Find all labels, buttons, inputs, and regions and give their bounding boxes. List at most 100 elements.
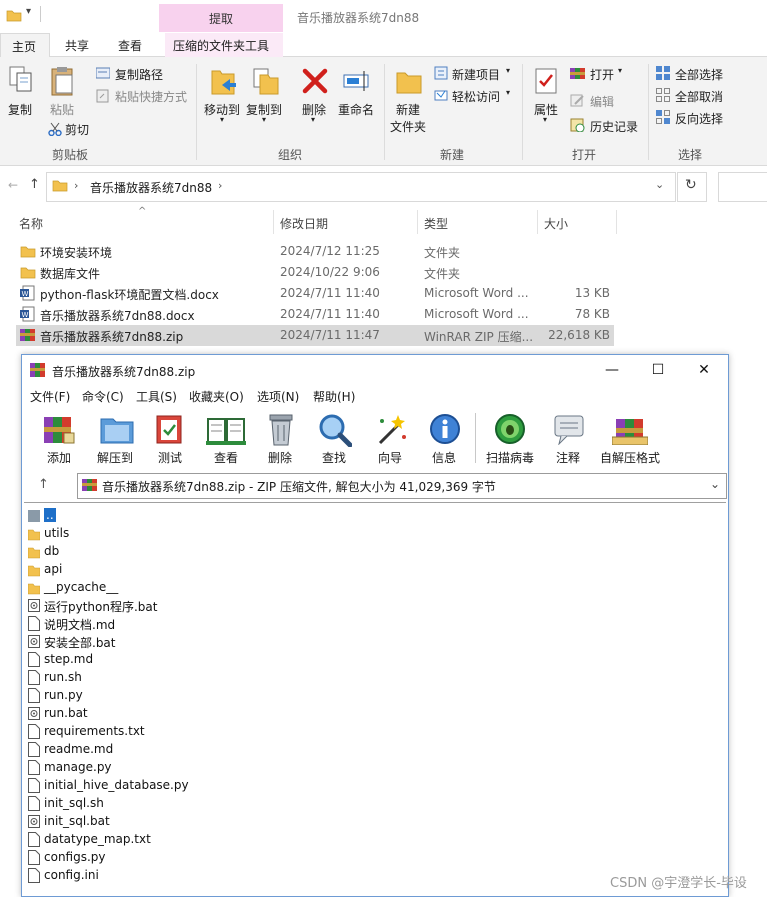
list-item[interactable]: 安装全部.bat bbox=[28, 633, 718, 651]
column-divider[interactable] bbox=[537, 210, 538, 234]
copy-to-button[interactable]: 复制到 ▾ bbox=[244, 63, 284, 124]
list-item[interactable]: readme.md bbox=[28, 741, 718, 759]
menu-file[interactable]: 文件(F) bbox=[30, 388, 70, 405]
column-divider[interactable] bbox=[616, 210, 617, 234]
winrar-path-dropdown-icon[interactable]: ⌄ bbox=[710, 477, 720, 491]
file-icon bbox=[28, 652, 40, 667]
edit-button[interactable]: 编辑 bbox=[570, 92, 630, 110]
list-item-parent[interactable]: .. bbox=[28, 507, 718, 525]
tab-view[interactable]: 查看 bbox=[118, 37, 142, 54]
list-item[interactable]: init_sql.bat bbox=[28, 813, 718, 831]
comment-button[interactable]: 注释 bbox=[550, 411, 588, 467]
invert-selection-button[interactable]: 反向选择 bbox=[656, 109, 730, 127]
delete-button[interactable]: 删除 ▾ bbox=[298, 63, 332, 124]
menu-options[interactable]: 选项(N) bbox=[257, 388, 299, 405]
close-icon[interactable]: ✕ bbox=[684, 359, 724, 381]
tab-home[interactable]: 主页 bbox=[0, 33, 50, 58]
maximize-icon[interactable]: ☐ bbox=[638, 359, 678, 381]
move-to-icon bbox=[211, 70, 236, 95]
winrar-up-arrow-icon[interactable]: ↑ bbox=[38, 477, 49, 492]
open-button[interactable]: 打开 ▾ bbox=[570, 65, 640, 83]
list-item[interactable]: run.sh bbox=[28, 669, 718, 687]
file-row-selected[interactable]: 音乐播放器系统7dn88.zip 2024/7/11 11:47 WinRAR … bbox=[16, 325, 614, 346]
search-box[interactable] bbox=[718, 172, 767, 202]
winrar-delete-button[interactable]: 删除 bbox=[262, 411, 298, 467]
list-item[interactable]: utils bbox=[28, 525, 718, 543]
column-divider[interactable] bbox=[273, 210, 274, 234]
paste-shortcut-button[interactable]: 粘贴快捷方式 bbox=[96, 87, 196, 105]
copy-to-icon bbox=[253, 68, 279, 95]
list-item[interactable]: manage.py bbox=[28, 759, 718, 777]
select-none-button[interactable]: 全部取消 bbox=[656, 87, 730, 105]
refresh-button[interactable]: ↻ bbox=[677, 172, 707, 202]
tab-compressed-folder-tools[interactable]: 压缩的文件夹工具 bbox=[165, 33, 283, 57]
test-label: 测试 bbox=[158, 451, 183, 465]
menu-tools[interactable]: 工具(S) bbox=[136, 388, 177, 405]
menu-commands[interactable]: 命令(C) bbox=[82, 388, 124, 405]
list-item[interactable]: 说明文档.md bbox=[28, 615, 718, 633]
add-button[interactable]: 添加 bbox=[40, 411, 80, 467]
menu-favorites[interactable]: 收藏夹(O) bbox=[189, 388, 244, 405]
back-arrow-icon[interactable]: ← bbox=[8, 178, 18, 192]
minimize-icon[interactable]: — bbox=[592, 359, 632, 381]
copy-path-button[interactable]: 复制路径 bbox=[96, 65, 186, 83]
info-button[interactable]: 信息 bbox=[426, 411, 464, 467]
list-item[interactable]: 运行python程序.bat bbox=[28, 597, 718, 615]
sfx-button[interactable]: 自解压格式 bbox=[598, 411, 664, 467]
list-item[interactable]: run.bat bbox=[28, 705, 718, 723]
new-item-button[interactable]: 新建项目 ▾ bbox=[434, 65, 516, 83]
list-item[interactable]: init_sql.sh bbox=[28, 795, 718, 813]
rename-button[interactable]: 重命名 bbox=[336, 63, 378, 123]
extract-context-tab[interactable]: 提取 bbox=[159, 4, 283, 32]
file-row[interactable]: W python-flask环境配置文档.docx 2024/7/11 11:4… bbox=[16, 283, 614, 304]
move-to-button[interactable]: 移动到 ▾ bbox=[202, 63, 242, 124]
list-item[interactable]: api bbox=[28, 561, 718, 579]
quick-access-dropdown-icon[interactable]: ▾ bbox=[26, 6, 31, 17]
column-date[interactable]: 修改日期 bbox=[280, 215, 328, 232]
list-item[interactable]: datatype_map.txt bbox=[28, 831, 718, 849]
wizard-button[interactable]: 向导 bbox=[372, 411, 410, 467]
svg-text:W: W bbox=[22, 311, 29, 319]
paste-button[interactable]: 粘贴 bbox=[46, 63, 80, 119]
menu-help[interactable]: 帮助(H) bbox=[313, 388, 355, 405]
new-folder-button[interactable]: 新建 文件夹 bbox=[388, 63, 430, 135]
up-arrow-icon[interactable]: ↑ bbox=[29, 177, 40, 192]
breadcrumb-chevron-icon[interactable]: › bbox=[74, 179, 78, 192]
list-item[interactable]: run.py bbox=[28, 687, 718, 705]
tab-share[interactable]: 共享 bbox=[65, 37, 89, 54]
column-size[interactable]: 大小 bbox=[544, 215, 568, 232]
select-none-label: 全部取消 bbox=[675, 90, 724, 104]
list-item[interactable]: configs.py bbox=[28, 849, 718, 867]
column-name[interactable]: 名称 bbox=[19, 215, 43, 232]
list-item[interactable]: initial_hive_database.py bbox=[28, 777, 718, 795]
history-button[interactable]: 历史记录 bbox=[570, 117, 646, 135]
select-all-button[interactable]: 全部选择 bbox=[656, 65, 730, 83]
view-button[interactable]: 查看 bbox=[204, 411, 248, 467]
column-divider[interactable] bbox=[417, 210, 418, 234]
winrar-file-list[interactable]: .. utils db api __pycache__ 运行python程序.bat 说明文… bbox=[24, 502, 726, 896]
properties-button[interactable]: 属性 ▾ bbox=[528, 63, 564, 124]
cut-button[interactable]: 剪切 bbox=[48, 120, 108, 138]
list-item[interactable]: requirements.txt bbox=[28, 723, 718, 741]
column-type[interactable]: 类型 bbox=[424, 215, 448, 232]
find-button[interactable]: 查找 bbox=[316, 411, 354, 467]
paste-shortcut-icon bbox=[96, 89, 109, 103]
magnifier-icon bbox=[319, 414, 352, 447]
list-item-name: requirements.txt bbox=[44, 724, 145, 738]
virus-scan-button[interactable]: 扫描病毒 bbox=[484, 411, 536, 467]
list-item[interactable]: db bbox=[28, 543, 718, 561]
list-item[interactable]: step.md bbox=[28, 651, 718, 669]
file-row[interactable]: 数据库文件 2024/10/22 9:06 文件夹 bbox=[16, 262, 614, 283]
file-row[interactable]: W 音乐播放器系统7dn88.docx 2024/7/11 11:40 Micr… bbox=[16, 304, 614, 325]
list-item[interactable]: __pycache__ bbox=[28, 579, 718, 597]
breadcrumb-chevron-icon[interactable]: › bbox=[218, 179, 222, 192]
group-open-label: 打开 bbox=[572, 148, 597, 162]
address-path[interactable]: 音乐播放器系统7dn88 bbox=[90, 179, 212, 196]
file-row[interactable]: 环境安装环境 2024/7/12 11:25 文件夹 bbox=[16, 241, 614, 262]
address-dropdown-icon[interactable]: ⌄ bbox=[655, 178, 664, 191]
extract-to-button[interactable]: 解压到 bbox=[95, 411, 139, 467]
test-button[interactable]: 测试 bbox=[152, 411, 188, 467]
easy-access-button[interactable]: 轻松访问 ▾ bbox=[434, 87, 516, 105]
magic-wand-icon bbox=[378, 415, 406, 445]
copy-button[interactable]: 复制 bbox=[4, 63, 38, 119]
